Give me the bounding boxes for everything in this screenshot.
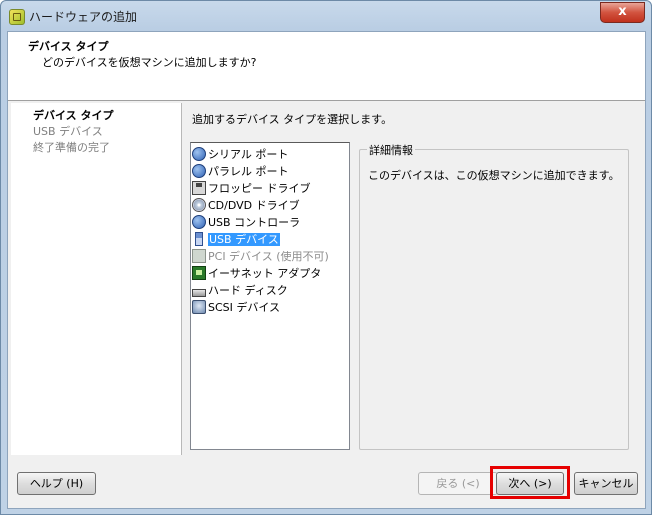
wizard-footer: ヘルプ (H) 戻る (<) 次へ (>) キャンセル	[8, 459, 645, 508]
details-text: このデバイスは、この仮想マシンに追加できます。	[368, 169, 620, 182]
wizard-steps: デバイス タイプ USB デバイス 終了準備の完了	[11, 103, 182, 455]
instruction-text: 追加するデバイス タイプを選択します。	[192, 113, 393, 126]
list-item-hard-disk[interactable]: ハード ディスク	[192, 283, 290, 299]
list-item-ethernet-adapter[interactable]: イーサネット アダプタ	[192, 266, 323, 282]
title-bar[interactable]: ハードウェアの追加 x	[1, 1, 651, 31]
list-item-floppy-drive[interactable]: フロッピー ドライブ	[192, 181, 313, 197]
list-item-usb-device[interactable]: USB デバイス	[192, 232, 282, 248]
details-legend: 詳細情報	[367, 142, 415, 158]
details-groupbox: 詳細情報 このデバイスは、この仮想マシンに追加できます。	[359, 142, 629, 450]
close-button[interactable]: x	[600, 2, 645, 23]
step-ready-to-complete: 終了準備の完了	[33, 141, 110, 154]
list-item-usb-controller[interactable]: USB コントローラ	[192, 215, 302, 231]
back-button: 戻る (<)	[418, 472, 498, 495]
list-item-cd-dvd-drive[interactable]: CD/DVD ドライブ	[192, 198, 302, 214]
list-item-parallel-port[interactable]: パラレル ポート	[192, 164, 291, 180]
cd-dvd-drive-icon	[192, 198, 206, 212]
ethernet-adapter-icon	[192, 266, 206, 280]
serial-port-icon	[192, 147, 206, 161]
list-item-pci-device: PCI デバイス (使用不可)	[192, 249, 331, 265]
add-hardware-window: ハードウェアの追加 x デバイス タイプ どのデバイスを仮想マシンに追加しますか…	[0, 0, 652, 515]
step-device-type[interactable]: デバイス タイプ	[33, 107, 114, 123]
next-button[interactable]: 次へ (>)	[496, 472, 564, 495]
hard-disk-icon	[192, 289, 206, 297]
wizard-header: デバイス タイプ どのデバイスを仮想マシンに追加しますか?	[8, 32, 645, 101]
app-icon	[9, 9, 25, 25]
list-item-scsi-device[interactable]: SCSI デバイス	[192, 300, 282, 316]
close-icon: x	[618, 4, 627, 19]
cancel-button[interactable]: キャンセル	[574, 472, 638, 495]
help-button[interactable]: ヘルプ (H)	[17, 472, 96, 495]
list-item-serial-port[interactable]: シリアル ポート	[192, 147, 290, 163]
parallel-port-icon	[192, 164, 206, 178]
dialog-client: デバイス タイプ どのデバイスを仮想マシンに追加しますか? デバイス タイプ U…	[7, 31, 646, 509]
header-subtitle: どのデバイスを仮想マシンに追加しますか?	[42, 56, 257, 69]
scsi-device-icon	[192, 300, 206, 314]
device-type-list[interactable]: シリアル ポート パラレル ポート フロッピー ドライブ CD/DVD ドライブ…	[190, 142, 350, 450]
wizard-body: デバイス タイプ USB デバイス 終了準備の完了 追加するデバイス タイプを選…	[8, 101, 645, 459]
window-title: ハードウェアの追加	[29, 10, 138, 24]
usb-device-icon	[195, 232, 203, 246]
floppy-drive-icon	[192, 181, 206, 195]
usb-controller-icon	[192, 215, 206, 229]
header-title: デバイス タイプ	[28, 40, 109, 53]
step-usb-device: USB デバイス	[33, 125, 103, 138]
pci-device-icon	[192, 249, 206, 263]
